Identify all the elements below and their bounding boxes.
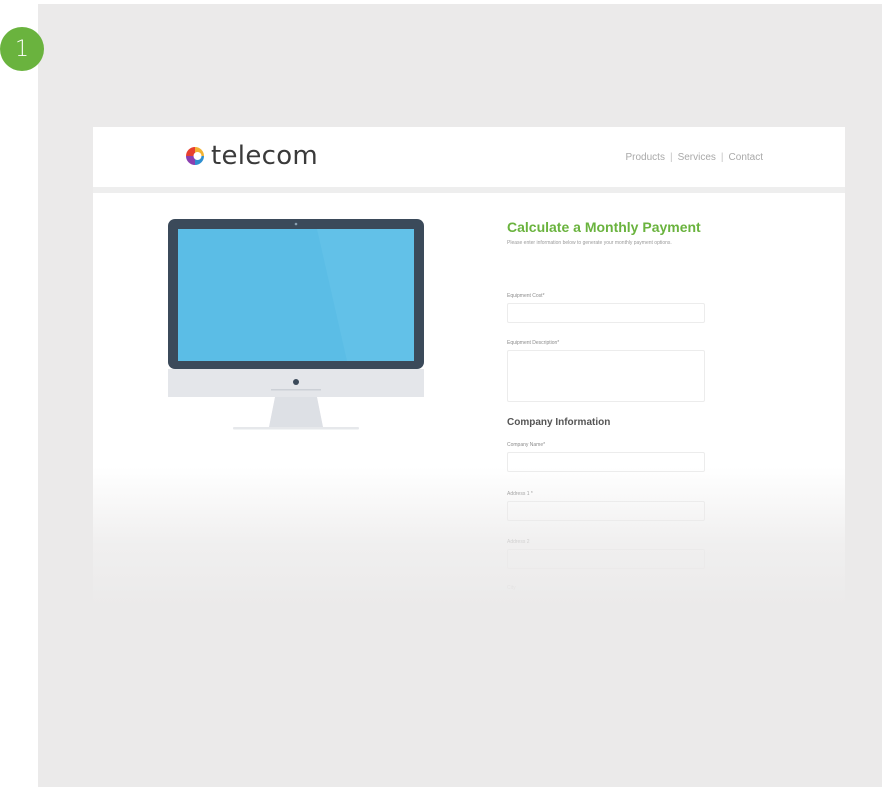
nav-separator: |	[669, 152, 673, 163]
company-name-input[interactable]	[507, 452, 705, 472]
address-1-label: Address 1 *	[507, 491, 533, 497]
nav-link-services[interactable]: Services	[678, 152, 716, 163]
site-header: telecom Products | Services | Contact	[93, 127, 845, 193]
equipment-cost-label: Equipment Cost*	[507, 293, 545, 299]
desktop-monitor-illustration	[168, 219, 424, 430]
telecom-logo-icon	[186, 147, 204, 165]
nav-link-contact[interactable]: Contact	[729, 152, 763, 163]
equipment-description-label: Equipment Description*	[507, 340, 560, 346]
address-2-label: Address 2	[507, 539, 530, 545]
form-description: Please enter information below to genera…	[507, 240, 672, 246]
equipment-cost-input[interactable]	[507, 303, 705, 323]
brand-name: telecom	[211, 141, 319, 171]
main-navigation: Products | Services | Contact	[625, 152, 763, 163]
monitor-stand	[269, 397, 323, 427]
monitor-base	[233, 427, 359, 430]
brand-logo[interactable]: telecom	[185, 141, 318, 171]
city-label: City	[507, 585, 516, 591]
payment-calculator-form: Calculate a Monthly Payment Please enter…	[507, 219, 737, 591]
monitor-button	[293, 379, 299, 385]
website-preview: telecom Products | Services | Contact Ca…	[93, 127, 845, 607]
address-1-input[interactable]	[507, 501, 705, 521]
address-2-input[interactable]	[507, 549, 705, 569]
nav-link-products[interactable]: Products	[625, 152, 664, 163]
bottom-fade-overlay	[93, 467, 845, 607]
step-number-badge: 1	[0, 27, 44, 71]
company-information-heading: Company Information	[507, 417, 611, 428]
nav-separator: |	[720, 152, 724, 163]
form-title: Calculate a Monthly Payment	[507, 219, 701, 235]
equipment-description-textarea[interactable]	[507, 350, 705, 402]
company-name-label: Company Name*	[507, 442, 546, 448]
